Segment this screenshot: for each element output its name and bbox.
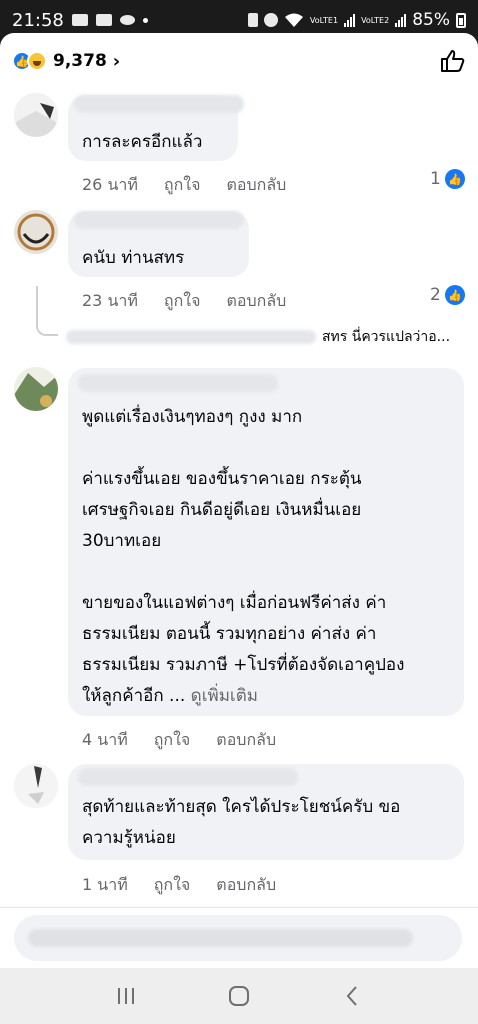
comment-time: 4 นาที — [82, 730, 128, 749]
reaction-count[interactable]: 9,378 — [53, 51, 107, 71]
comment-time: 1 นาที — [82, 875, 128, 894]
comment-like-count[interactable]: 1 👍 — [430, 169, 465, 189]
reactions-bar[interactable]: 👍 9,378 › — [0, 33, 478, 89]
comment-bubble[interactable]: พูดแต่เรื่องเงินๆทองๆ กูงง มาก ค่าแรงขึ้… — [68, 368, 464, 716]
comment-actions: 26 นาที ถูกใจ ตอบกลับ — [82, 173, 286, 198]
comment-bubble[interactable]: สุดท้ายและท้ายสุด ใครได้ประโยชน์ครับ ขอ … — [68, 764, 464, 860]
signal1-icon — [344, 13, 356, 27]
comment-time: 26 นาที — [82, 175, 138, 194]
divider — [0, 907, 478, 908]
avatar[interactable] — [14, 210, 58, 254]
like-count-text: 2 — [430, 285, 441, 305]
comments-sheet: 👍 9,378 › การละครอีกแล้ว 26 นาที ถูกใจ ต… — [0, 33, 478, 968]
wifi-icon — [284, 13, 303, 27]
comment-bubble[interactable]: การละครอีกแล้ว — [68, 95, 244, 161]
gallery-notification-icon — [71, 14, 88, 26]
comment-actions: 23 นาที ถูกใจ ตอบกลับ — [82, 289, 286, 314]
reply-author-redacted — [66, 330, 316, 344]
comment-actions: 1 นาที ถูกใจ ตอบกลับ — [82, 873, 276, 898]
comment-text: การละครอีกแล้ว — [82, 132, 203, 152]
comment-text: สุดท้ายและท้ายสุด ใครได้ประโยชน์ครับ ขอ … — [82, 797, 401, 848]
chevron-right-icon[interactable]: › — [113, 51, 120, 72]
commenter-name-redacted — [74, 211, 244, 229]
like-count-text: 1 — [430, 169, 441, 189]
haha-reaction-icon — [27, 51, 47, 71]
like-comment-button[interactable]: ถูกใจ — [154, 873, 191, 898]
see-more-link[interactable]: ดูเพิ่มเติม — [191, 686, 258, 706]
reply-comment-button[interactable]: ตอบกลับ — [216, 873, 276, 898]
comment-text: พูดแต่เรื่องเงินๆทองๆ กูงง มาก ค่าแรงขึ้… — [82, 402, 450, 712]
comment-time: 23 นาที — [82, 291, 138, 310]
comment-like-count[interactable]: 2 👍 — [430, 285, 465, 305]
alarm-icon — [263, 13, 278, 27]
like-button-icon[interactable] — [440, 49, 466, 73]
back-icon[interactable] — [338, 982, 366, 1010]
like-comment-button[interactable]: ถูกใจ — [164, 289, 201, 314]
comment-body: พูดแต่เรื่องเงินๆทองๆ กูงง มาก ค่าแรงขึ้… — [82, 407, 405, 706]
avatar[interactable] — [14, 93, 58, 137]
battery-percent: 85% — [412, 10, 450, 30]
comment-text: คนับ ท่านสทร — [82, 248, 185, 268]
recent-apps-icon[interactable] — [112, 982, 140, 1010]
reply-preview-text: สทร นี่ควรแปลว่าอ... — [322, 329, 451, 345]
reply-comment-button[interactable]: ตอบกลับ — [226, 173, 286, 198]
comment-input[interactable] — [14, 915, 462, 961]
status-time: 21:58 — [12, 9, 64, 31]
avatar[interactable] — [14, 764, 58, 808]
reply-preview[interactable]: สทร นี่ควรแปลว่าอ... — [66, 326, 476, 348]
commenter-name-redacted — [74, 95, 244, 113]
cloud-icon — [119, 15, 135, 25]
more-notifications-icon — [142, 17, 148, 23]
comment-actions: 4 นาที ถูกใจ ตอบกลับ — [82, 728, 276, 753]
battery-icon — [456, 12, 466, 28]
commenter-name-redacted — [78, 374, 278, 392]
line-notification-icon — [95, 14, 112, 26]
comment-input-placeholder-redacted — [28, 929, 413, 947]
like-icon: 👍 — [444, 285, 465, 305]
battery-saver-icon — [247, 13, 258, 27]
like-comment-button[interactable]: ถูกใจ — [154, 728, 191, 753]
sim1-label: VoLTE1 — [309, 15, 339, 25]
comment-bubble[interactable]: คนับ ท่านสทร — [68, 211, 249, 277]
commenter-name-redacted — [78, 768, 298, 786]
reply-thread-line — [36, 286, 58, 336]
reply-comment-button[interactable]: ตอบกลับ — [216, 728, 276, 753]
system-nav-bar — [0, 968, 478, 1024]
like-icon: 👍 — [444, 169, 465, 189]
reply-comment-button[interactable]: ตอบกลับ — [226, 289, 286, 314]
home-icon[interactable] — [225, 982, 253, 1010]
sim2-label: VoLTE2 — [361, 15, 390, 25]
like-comment-button[interactable]: ถูกใจ — [164, 173, 201, 198]
signal2-icon — [395, 13, 407, 27]
avatar[interactable] — [14, 367, 58, 411]
